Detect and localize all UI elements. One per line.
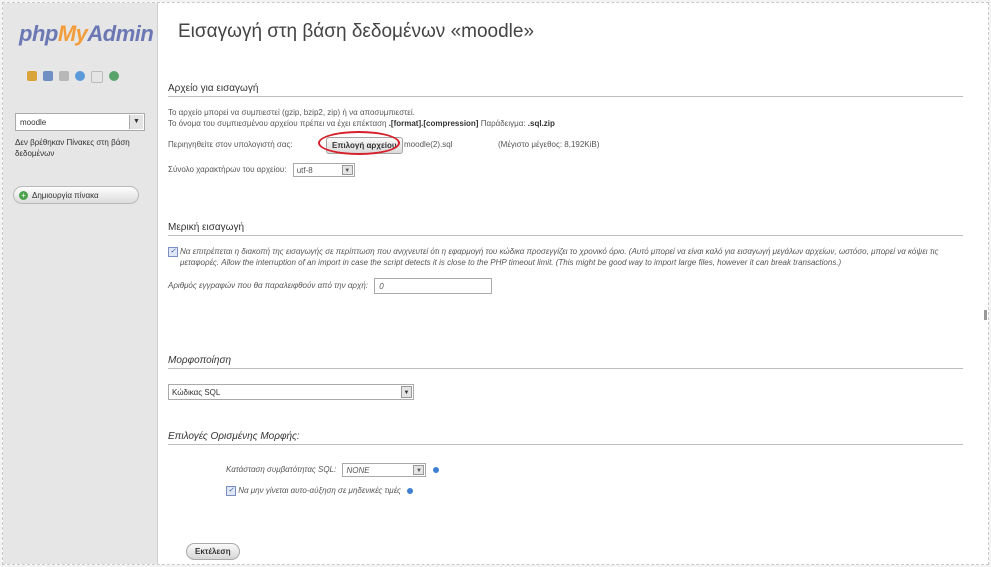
plus-icon: + [19, 191, 28, 200]
compat-value: NONE [346, 466, 370, 475]
chevron-down-icon[interactable]: ▼ [341, 165, 353, 175]
allow-interrupt-row: ✓ Να επιτρέπεται η διακοπή της εισαγωγής… [168, 246, 963, 268]
compat-row: Κατάσταση συμβατότητας SQL: NONE ▼ [226, 463, 963, 477]
stats-icon[interactable] [43, 71, 53, 81]
chosen-file-name: moodle(2).sql [404, 140, 453, 149]
extension-format: .[format].[compression] [388, 119, 479, 128]
help-icon[interactable] [407, 487, 414, 494]
format-value: Κώδικας SQL [172, 387, 221, 397]
auto-inc-checkbox[interactable]: ✓ [226, 485, 236, 496]
allow-interrupt-label: Να επιτρέπεται η διακοπή της εισαγωγής σ… [180, 247, 939, 267]
highlight-circle [318, 131, 400, 155]
charset-value: utf-8 [296, 166, 313, 175]
format-options-heading: Επιλογές Ορισμένης Μορφής: [168, 431, 963, 445]
auto-inc-row: ✓ Να μην γίνεται αυτο-αύξηση σε μηδενικέ… [226, 485, 963, 496]
extension-note-text: Το όνομα του συμπιεσμένου αρχείου πρέπει… [168, 119, 387, 128]
sql-icon[interactable] [59, 71, 69, 81]
partial-import-heading: Μερική εισαγωγή [168, 222, 963, 236]
page-title: Εισαγωγή στη βάση δεδομένων «moodle» [178, 21, 535, 42]
extension-note: Το όνομα του συμπιεσμένου αρχείου πρέπει… [168, 118, 963, 129]
home-icon[interactable] [27, 71, 37, 81]
chevron-down-icon[interactable]: ▼ [413, 465, 425, 475]
format-options-section: Επιλογές Ορισμένης Μορφής: Κατάσταση συμ… [168, 431, 963, 496]
charset-row: Σύνολο χαρακτήρων του αρχείου: utf-8 ▼ [168, 163, 963, 177]
reload-icon[interactable] [109, 71, 119, 81]
skip-queries-input[interactable]: 0 [374, 278, 493, 294]
browse-label: Περιηγηθείτε στον υπολογιστή σας: [168, 140, 293, 149]
docs-icon[interactable] [91, 71, 103, 83]
format-row: Κώδικας SQL ▼ [168, 383, 963, 401]
app-window: phpMyAdmin moodle ▼ Δεν βρέθηκαν Πίνακες… [2, 2, 989, 565]
allow-interrupt-checkbox[interactable]: ✓ [168, 247, 178, 257]
database-select[interactable]: moodle ▼ [15, 113, 145, 131]
file-import-section: Αρχείο για εισαγωγή Το αρχείο μπορεί να … [168, 83, 963, 177]
compression-note: Το αρχείο μπορεί να συμπιεστεί (gzip, bz… [168, 108, 415, 117]
partial-import-section: Μερική εισαγωγή ✓ Να επιτρέπεται η διακο… [168, 222, 963, 294]
example-label: Παράδειγμα: [480, 119, 526, 128]
compat-label: Κατάσταση συμβατότητας SQL: [226, 465, 337, 475]
chevron-down-icon[interactable]: ▼ [129, 115, 143, 129]
info-icon[interactable] [75, 71, 85, 81]
format-heading: Μορφοποίηση [168, 355, 963, 369]
no-tables-message: Δεν βρέθηκαν Πίνακες στη βάση δεδομένων [15, 138, 130, 158]
skip-row: Αριθμός εγγραφών που θα παραλειφθούν από… [168, 278, 963, 294]
database-select-value: moodle [20, 118, 47, 127]
logo-admin: Admin [87, 21, 154, 46]
browse-row: Περιηγηθείτε στον υπολογιστή σας: Επιλογ… [168, 131, 963, 157]
file-import-heading: Αρχείο για εισαγωγή [168, 83, 963, 97]
max-size-note: (Μέγιστο μέγεθος: 8,192KiB) [498, 140, 600, 149]
example-value: .sql.zip [527, 119, 555, 128]
browse-wrap: Επιλογή αρχείου [318, 131, 403, 155]
create-table-button[interactable]: + Δημιουργία πίνακα [13, 186, 139, 204]
scrollbar-marker[interactable] [984, 310, 987, 320]
charset-label: Σύνολο χαρακτήρων του αρχείου: [168, 165, 287, 175]
format-select[interactable]: Κώδικας SQL ▼ [168, 383, 414, 400]
compat-select[interactable]: NONE ▼ [342, 463, 427, 477]
help-icon[interactable] [432, 467, 439, 473]
auto-inc-label: Να μην γίνεται αυτο-αύξηση σε μηδενικές … [238, 486, 401, 495]
charset-select[interactable]: utf-8 ▼ [292, 163, 355, 177]
logo-php: php [19, 21, 58, 46]
sidebar-icon-row [27, 71, 119, 83]
format-section: Μορφοποίηση Κώδικας SQL ▼ [168, 355, 963, 401]
phpmyadmin-logo[interactable]: phpMyAdmin [19, 21, 154, 47]
sidebar: phpMyAdmin moodle ▼ Δεν βρέθηκαν Πίνακες… [3, 3, 158, 564]
main-content: Εισαγωγή στη βάση δεδομένων «moodle» Αρχ… [168, 3, 978, 564]
go-button[interactable]: Εκτέλεση [186, 543, 240, 560]
skip-label: Αριθμός εγγραφών που θα παραλειφθούν από… [168, 281, 368, 291]
create-table-label: Δημιουργία πίνακα [32, 191, 99, 200]
logo-my: My [57, 21, 88, 46]
chevron-down-icon[interactable]: ▼ [401, 385, 412, 398]
